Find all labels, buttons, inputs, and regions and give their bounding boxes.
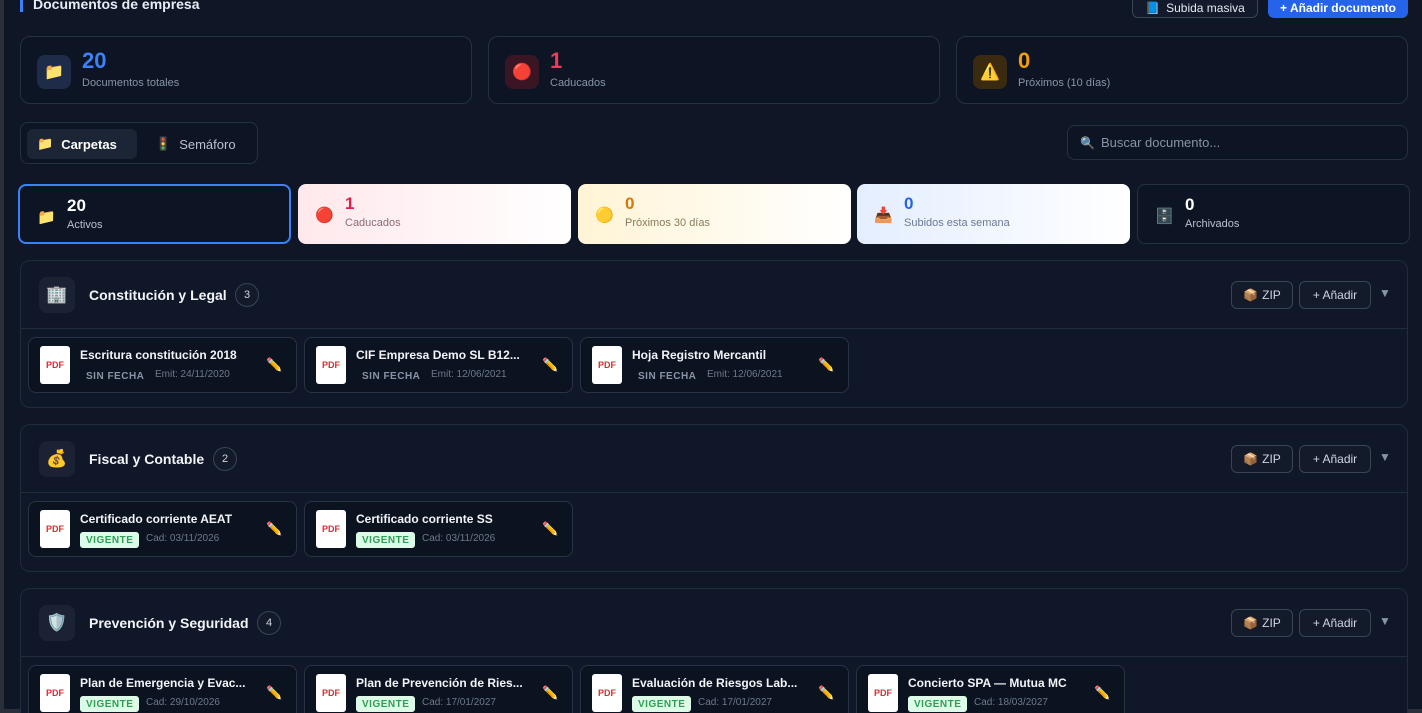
shield-icon: 🛡️ xyxy=(39,605,75,641)
status-badge: SIN FECHA xyxy=(362,370,421,382)
search-input[interactable] xyxy=(1100,135,1391,150)
package-icon: 📦 xyxy=(1243,288,1259,302)
document-card[interactable]: PDF Plan de Emergencia y Evac... VIGENTE… xyxy=(28,665,297,713)
filter-row: 📁 20 Activos 🔴 1 Caducados 🟡 0 Próximos … xyxy=(18,184,1410,244)
building-icon: 🏢 xyxy=(39,277,75,313)
section-header[interactable]: 💰 Fiscal y Contable 2 📦 ZIP + Añadir ▼ xyxy=(21,425,1407,493)
pdf-file-icon: PDF xyxy=(592,346,622,384)
edit-pencil-icon[interactable]: ✏️ xyxy=(542,521,558,537)
app-frame: Documentos de empresa 📘 Subida masiva + … xyxy=(0,0,1422,713)
zip-button[interactable]: 📦 ZIP xyxy=(1231,445,1293,473)
status-badge: SIN FECHA xyxy=(86,370,145,382)
edit-pencil-icon[interactable]: ✏️ xyxy=(1094,685,1110,701)
status-badge: VIGENTE xyxy=(356,696,416,712)
status-badge: SIN FECHA xyxy=(638,370,697,382)
chevron-down-icon[interactable]: ▼ xyxy=(1379,450,1391,464)
status-badge: VIGENTE xyxy=(80,532,140,548)
chevron-down-icon[interactable]: ▼ xyxy=(1379,614,1391,628)
search-box: 🔍 xyxy=(1067,125,1408,160)
document-card[interactable]: PDF Plan de Prevención de Ries... VIGENT… xyxy=(304,665,573,713)
stat-upcoming: ⚠️ 0 Próximos (10 días) xyxy=(956,36,1408,104)
filter-expired[interactable]: 🔴 1 Caducados xyxy=(298,184,571,244)
status-badge: VIGENTE xyxy=(908,696,968,712)
pdf-file-icon: PDF xyxy=(592,674,622,712)
traffic-light-icon: 🚦 xyxy=(155,136,172,151)
stat-total-documents: 📁 20 Documentos totales xyxy=(20,36,472,104)
view-toggle: 📁 Carpetas 🚦 Semáforo xyxy=(20,122,258,164)
package-icon: 📦 xyxy=(1243,616,1259,630)
document-card[interactable]: PDF Concierto SPA — Mutua MC VIGENTE Cad… xyxy=(856,665,1125,713)
pdf-file-icon: PDF xyxy=(316,346,346,384)
package-icon: 📦 xyxy=(1243,452,1259,466)
filter-uploaded-week[interactable]: 📥 0 Subidos esta semana xyxy=(857,184,1130,244)
upload-icon: 📘 xyxy=(1145,1,1161,15)
edit-pencil-icon[interactable]: ✏️ xyxy=(818,357,834,373)
folder-icon: 📁 xyxy=(37,136,54,151)
pdf-file-icon: PDF xyxy=(40,674,70,712)
add-document-button[interactable]: + Añadir documento xyxy=(1268,0,1408,18)
document-card[interactable]: PDF Evaluación de Riesgos Lab... VIGENTE… xyxy=(580,665,849,713)
edit-pencil-icon[interactable]: ✏️ xyxy=(266,521,282,537)
section-count-badge: 4 xyxy=(257,611,281,635)
document-card[interactable]: PDF Certificado corriente SS VIGENTE Cad… xyxy=(304,501,573,557)
section-count-badge: 2 xyxy=(213,447,237,471)
filter-active[interactable]: 📁 20 Activos xyxy=(18,184,291,244)
zip-button[interactable]: 📦 ZIP xyxy=(1231,281,1293,309)
pdf-file-icon: PDF xyxy=(868,674,898,712)
archive-cabinet-icon: 🗄️ xyxy=(1155,208,1174,225)
pdf-file-icon: PDF xyxy=(316,674,346,712)
red-circle-icon: 🔴 xyxy=(315,207,334,224)
add-to-section-button[interactable]: + Añadir xyxy=(1299,609,1371,637)
money-bag-icon: 💰 xyxy=(39,441,75,477)
section-header[interactable]: 🛡️ Prevención y Seguridad 4 📦 ZIP + Añadi… xyxy=(21,589,1407,657)
zip-button[interactable]: 📦 ZIP xyxy=(1231,609,1293,637)
document-card[interactable]: PDF CIF Empresa Demo SL B12... SIN FECHA… xyxy=(304,337,573,393)
document-card[interactable]: PDF Hoja Registro Mercantil SIN FECHA Em… xyxy=(580,337,849,393)
upload-tray-icon: 📥 xyxy=(874,207,893,224)
add-to-section-button[interactable]: + Añadir xyxy=(1299,445,1371,473)
section-header[interactable]: 🏢 Constitución y Legal 3 📦 ZIP + Añadir ▼ xyxy=(21,261,1407,329)
red-circle-icon: 🔴 xyxy=(505,55,539,89)
tab-folders[interactable]: 📁 Carpetas xyxy=(27,129,137,159)
folder-icon: 📁 xyxy=(37,55,71,89)
page-title: Documentos de empresa xyxy=(20,0,200,12)
section-fiscal-contable: 💰 Fiscal y Contable 2 📦 ZIP + Añadir ▼ PD… xyxy=(20,424,1408,572)
filter-archived[interactable]: 🗄️ 0 Archivados xyxy=(1137,184,1410,244)
stats-row: 📁 20 Documentos totales 🔴 1 Caducados ⚠️… xyxy=(20,36,1408,104)
section-count-badge: 3 xyxy=(235,283,259,307)
section-prevencion-seguridad: 🛡️ Prevención y Seguridad 4 📦 ZIP + Añadi… xyxy=(20,588,1408,713)
add-to-section-button[interactable]: + Añadir xyxy=(1299,281,1371,309)
status-badge: VIGENTE xyxy=(356,532,416,548)
pdf-file-icon: PDF xyxy=(40,346,70,384)
document-card[interactable]: PDF Certificado corriente AEAT VIGENTE C… xyxy=(28,501,297,557)
yellow-circle-icon: 🟡 xyxy=(595,207,614,224)
top-bar: Documentos de empresa 📘 Subida masiva + … xyxy=(16,0,1410,22)
chevron-down-icon[interactable]: ▼ xyxy=(1379,286,1391,300)
warning-icon: ⚠️ xyxy=(973,55,1007,89)
stat-expired: 🔴 1 Caducados xyxy=(488,36,940,104)
edit-pencil-icon[interactable]: ✏️ xyxy=(542,685,558,701)
search-icon: 🔍 xyxy=(1080,135,1095,150)
edit-pencil-icon[interactable]: ✏️ xyxy=(266,685,282,701)
document-card[interactable]: PDF Escritura constitución 2018 SIN FECH… xyxy=(28,337,297,393)
filter-upcoming-30[interactable]: 🟡 0 Próximos 30 días xyxy=(578,184,851,244)
section-constitucion-legal: 🏢 Constitución y Legal 3 📦 ZIP + Añadir ▼… xyxy=(20,260,1408,408)
mass-upload-button[interactable]: 📘 Subida masiva xyxy=(1132,0,1258,18)
edit-pencil-icon[interactable]: ✏️ xyxy=(818,685,834,701)
pdf-file-icon: PDF xyxy=(316,510,346,548)
edit-pencil-icon[interactable]: ✏️ xyxy=(266,357,282,373)
folder-icon: 📁 xyxy=(37,209,56,226)
pdf-file-icon: PDF xyxy=(40,510,70,548)
tab-traffic-light[interactable]: 🚦 Semáforo xyxy=(145,129,253,159)
status-badge: VIGENTE xyxy=(80,696,140,712)
status-badge: VIGENTE xyxy=(632,696,692,712)
edit-pencil-icon[interactable]: ✏️ xyxy=(542,357,558,373)
